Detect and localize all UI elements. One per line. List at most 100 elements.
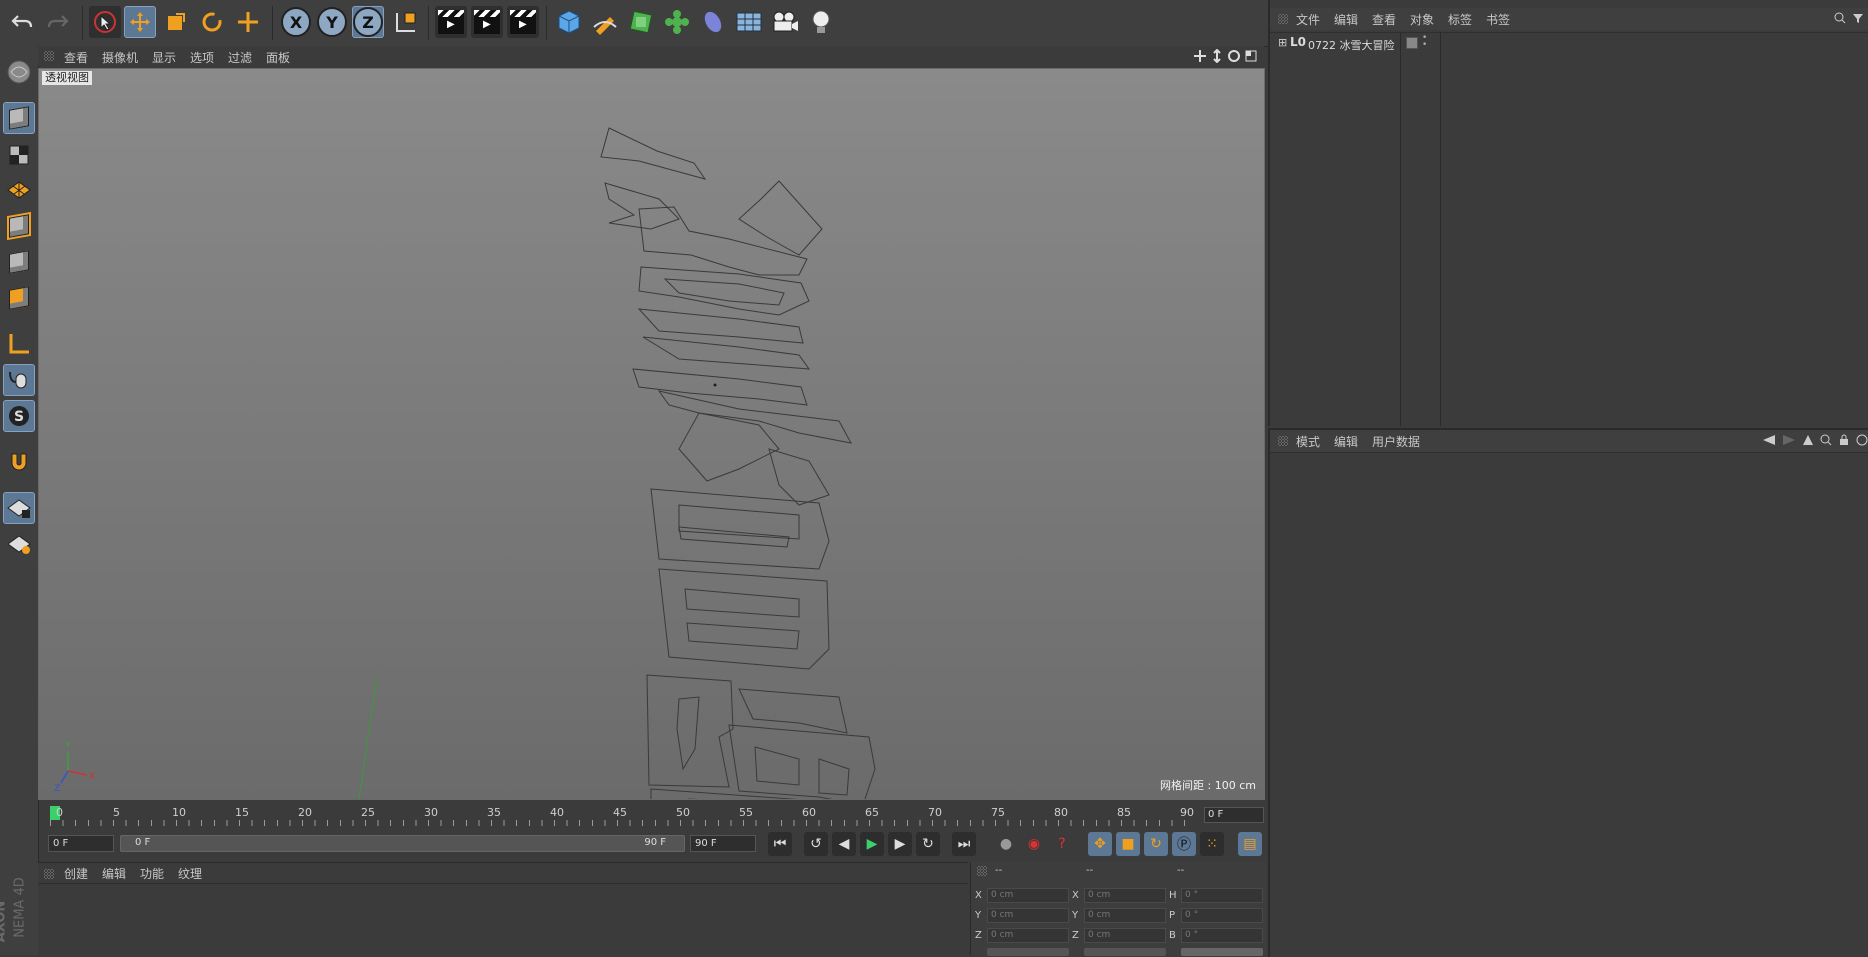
cloner-icon[interactable] [661,6,693,38]
size-z-field[interactable]: 0 cm [1084,928,1166,943]
size-y-field[interactable]: 0 cm [1084,908,1166,923]
search-icon[interactable] [1820,434,1832,446]
make-editable-icon[interactable] [3,56,35,88]
previous-frame-icon[interactable]: ◀ [832,832,856,856]
start-frame-field[interactable]: 0 F [48,835,114,852]
subdivision-icon[interactable] [625,6,657,38]
planar-workplane-icon[interactable] [3,528,35,560]
current-frame-field[interactable]: 0 F [1204,807,1264,823]
rotation-key-icon[interactable]: ↻ [1144,832,1168,856]
y-axis-button[interactable]: Y [316,6,348,38]
axis-mode-icon[interactable] [3,328,35,360]
redo-icon[interactable] [42,6,74,38]
next-key-icon[interactable]: ↻ [916,832,940,856]
viewport-menu-display[interactable]: 显示 [152,49,176,66]
forward-arrow-icon[interactable] [1782,434,1796,446]
rotation-p-field[interactable]: 0 ° [1181,908,1263,923]
previous-key-icon[interactable]: ↺ [804,832,828,856]
point-level-key-icon[interactable]: ⁙ [1200,832,1224,856]
material-menu-edit[interactable]: 编辑 [102,865,126,882]
z-axis-button[interactable]: Z [352,6,384,38]
autokey-icon[interactable]: ◉ [1022,832,1046,856]
coordinate-system-icon[interactable] [390,6,422,38]
move-icon[interactable] [124,6,156,38]
workplane-icon[interactable] [3,174,35,206]
timeline-window-icon[interactable]: ▤ [1238,832,1262,856]
texture-mode-icon[interactable] [3,138,35,170]
pan-icon[interactable] [1193,49,1207,63]
select-arrow-icon[interactable] [89,6,121,38]
points-mode-icon[interactable] [3,210,35,242]
object-name[interactable]: 0722 冰雪大冒险 [1308,37,1395,53]
rotate-icon[interactable] [196,6,228,38]
x-axis-button[interactable]: X [280,6,312,38]
snapping-icon[interactable]: S [3,400,35,432]
material-menu-create[interactable]: 创建 [64,865,88,882]
go-to-start-icon[interactable]: ⏮ [768,832,792,856]
up-arrow-icon[interactable] [1802,434,1814,446]
viewport-menu-options[interactable]: 选项 [190,49,214,66]
edges-mode-icon[interactable] [3,246,35,278]
render-view-icon[interactable]: ▶ [435,6,467,38]
timeline-ruler[interactable]: 0 5 10 15 20 25 30 35 40 45 50 55 60 65 … [40,802,1265,828]
polygons-mode-icon[interactable] [3,282,35,314]
next-frame-icon[interactable]: ▶ [888,832,912,856]
scale-key-icon[interactable]: ■ [1116,832,1140,856]
light-icon[interactable] [805,6,837,38]
parameter-key-icon[interactable]: Ⓟ [1172,832,1196,856]
end-frame-field[interactable]: 90 F [690,835,756,852]
viewport-menu-panel[interactable]: 面板 [266,49,290,66]
object-menu-file[interactable]: 文件 [1296,11,1320,28]
deformer-icon[interactable] [697,6,729,38]
position-z-field[interactable]: 0 cm [987,928,1069,943]
live-select-icon[interactable] [232,6,264,38]
object-row[interactable]: ⊞ L0 0722 冰雪大冒险 • • [1270,34,1868,53]
object-menu-edit[interactable]: 编辑 [1334,11,1358,28]
position-x-field[interactable]: 0 cm [987,888,1069,903]
lock-icon[interactable] [1838,434,1850,446]
orbit-icon[interactable] [1227,49,1241,63]
new-manager-icon[interactable] [1856,434,1868,446]
viewport-menu-view[interactable]: 查看 [64,49,88,66]
go-to-end-icon[interactable]: ⏭ [952,832,976,856]
position-key-icon[interactable]: ✥ [1088,832,1112,856]
frame-range-slider[interactable]: 0 F 90 F [120,835,685,852]
render-picture-viewer-icon[interactable]: ▶ [471,6,503,38]
dolly-icon[interactable] [1210,49,1224,63]
layer-icon[interactable] [1406,37,1418,49]
object-menu-tags[interactable]: 标签 [1448,11,1472,28]
material-menu-texture[interactable]: 纹理 [178,865,202,882]
lock-workplane-icon[interactable] [3,492,35,524]
material-menu-function[interactable]: 功能 [140,865,164,882]
play-icon[interactable]: ▶ [860,832,884,856]
visibility-dots-icon[interactable]: • • [1422,34,1427,50]
record-keys-disabled-icon[interactable]: ● [994,832,1018,856]
perspective-viewport[interactable]: 透视视图 Y X Z 网格间距: 100 cm [38,68,1265,800]
size-x-field[interactable]: 0 cm [1084,888,1166,903]
scale-icon[interactable] [160,6,192,38]
attr-menu-edit[interactable]: 编辑 [1334,433,1358,450]
viewport-menu-filter[interactable]: 过滤 [228,49,252,66]
maximize-view-icon[interactable] [1244,49,1258,63]
model-mode-icon[interactable] [3,102,35,134]
object-menu-bookmarks[interactable]: 书签 [1486,11,1510,28]
rotation-b-field[interactable]: 0 ° [1181,928,1263,943]
position-y-field[interactable]: 0 cm [987,908,1069,923]
render-settings-icon[interactable]: ▶ [507,6,539,38]
object-menu-objects[interactable]: 对象 [1410,11,1434,28]
cube-icon[interactable] [553,6,585,38]
floor-icon[interactable] [733,6,765,38]
undo-icon[interactable] [6,6,38,38]
rotation-h-field[interactable]: 0 ° [1181,888,1263,903]
keyframe-selection-icon[interactable]: ? [1050,832,1074,856]
tweak-mode-icon[interactable] [3,364,35,396]
back-arrow-icon[interactable] [1762,434,1776,446]
camera-icon[interactable] [769,6,801,38]
filter-icon[interactable] [1852,12,1864,24]
viewport-menu-cameras[interactable]: 摄像机 [102,49,138,66]
search-icon[interactable] [1834,12,1846,24]
magnet-icon[interactable] [3,446,35,478]
attr-menu-userdata[interactable]: 用户数据 [1372,433,1420,450]
attr-menu-mode[interactable]: 模式 [1296,433,1320,450]
pen-icon[interactable] [589,6,621,38]
